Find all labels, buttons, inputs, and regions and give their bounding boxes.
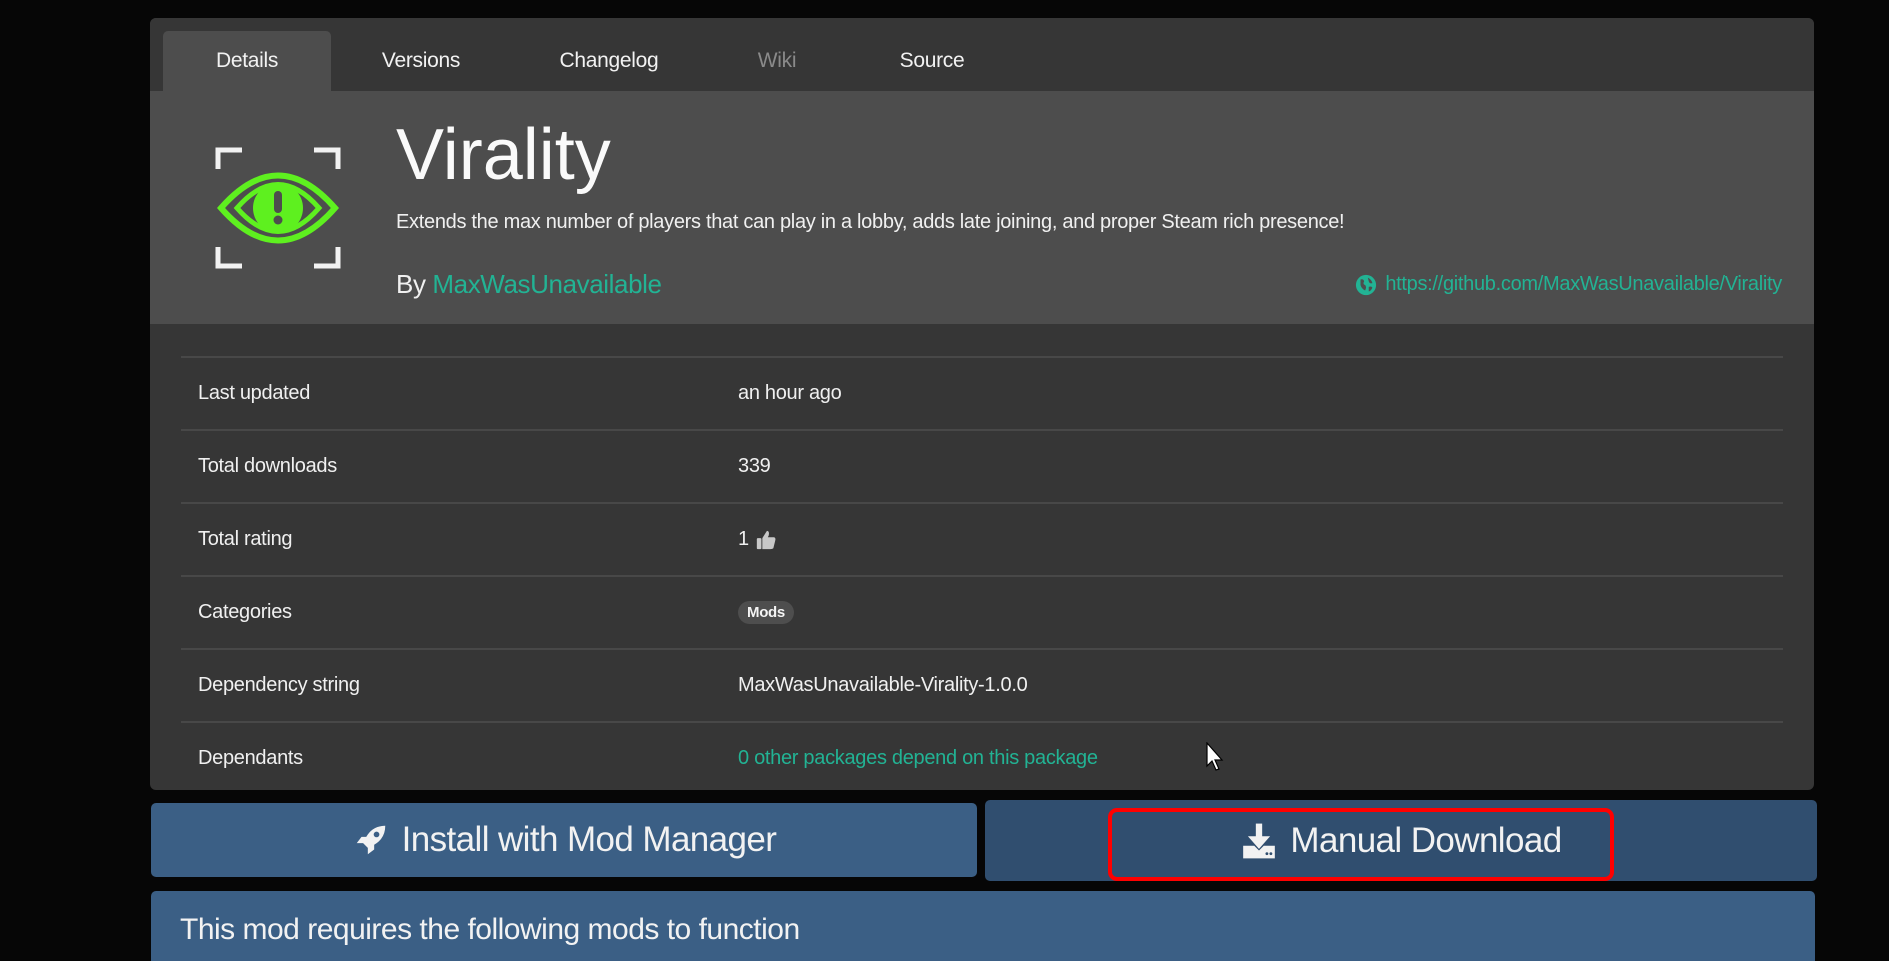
rocket-icon xyxy=(356,825,385,855)
row-value: 1 xyxy=(738,528,777,551)
rating-count: 1 xyxy=(738,528,749,550)
manual-download-button[interactable]: Manual Download xyxy=(985,800,1817,881)
dependants-link[interactable]: 0 other packages depend on this package xyxy=(738,747,1098,770)
table-row-total-rating: Total rating 1 xyxy=(181,502,1783,575)
table-row-last-updated: Last updated an hour ago xyxy=(181,356,1783,429)
package-description: Extends the max number of players that c… xyxy=(396,211,1345,233)
requirements-box: This mod requires the following mods to … xyxy=(151,891,1815,961)
package-title: Virality xyxy=(396,115,611,195)
download-icon xyxy=(1243,823,1276,858)
row-value: 339 xyxy=(738,455,771,477)
tab-versions[interactable]: Versions xyxy=(331,31,511,91)
virality-eye-logo-icon xyxy=(215,147,341,269)
install-label: Install with Mod Manager xyxy=(401,820,777,859)
category-badge[interactable]: Mods xyxy=(738,601,794,624)
row-value: an hour ago xyxy=(738,382,842,404)
row-value: Mods xyxy=(738,601,794,624)
mouse-cursor-icon xyxy=(1206,742,1224,771)
website-url[interactable]: https://github.com/MaxWasUnavailable/Vir… xyxy=(1385,273,1782,296)
tab-source[interactable]: Source xyxy=(847,31,1017,91)
row-value: MaxWasUnavailable-Virality-1.0.0 xyxy=(738,674,1028,696)
table-row-dependency-string: Dependency string MaxWasUnavailable-Vira… xyxy=(181,648,1783,721)
table-row-dependants: Dependants 0 other packages depend on th… xyxy=(181,721,1783,790)
manual-download-label: Manual Download xyxy=(1290,820,1562,860)
row-label: Total downloads xyxy=(198,455,337,477)
globe-icon xyxy=(1356,274,1377,295)
table-row-total-downloads: Total downloads 339 xyxy=(181,429,1783,502)
thumbs-up-icon[interactable] xyxy=(755,529,777,551)
requirements-title: This mod requires the following mods to … xyxy=(180,913,800,946)
tab-changelog[interactable]: Changelog xyxy=(511,31,707,91)
author-link[interactable]: MaxWasUnavailable xyxy=(432,269,662,299)
row-label: Total rating xyxy=(198,528,293,550)
tab-bar: Details Versions Changelog Wiki Source xyxy=(150,18,1814,91)
tab-wiki[interactable]: Wiki xyxy=(707,31,847,91)
package-byline: By MaxWasUnavailable xyxy=(396,269,662,300)
tab-details[interactable]: Details xyxy=(163,31,331,91)
package-panel: Details Versions Changelog Wiki Source V… xyxy=(150,18,1814,790)
row-label: Last updated xyxy=(198,382,311,404)
row-label: Dependants xyxy=(198,747,303,769)
install-with-mod-manager-button[interactable]: Install with Mod Manager xyxy=(151,803,977,877)
by-label: By xyxy=(396,269,426,299)
details-table: Last updated an hour ago Total downloads… xyxy=(181,356,1783,790)
table-row-categories: Categories Mods xyxy=(181,575,1783,648)
row-label: Categories xyxy=(198,601,292,623)
row-label: Dependency string xyxy=(198,674,360,696)
package-header: Virality Extends the max number of playe… xyxy=(150,91,1814,324)
website-link[interactable]: https://github.com/MaxWasUnavailable/Vir… xyxy=(1355,273,1782,296)
